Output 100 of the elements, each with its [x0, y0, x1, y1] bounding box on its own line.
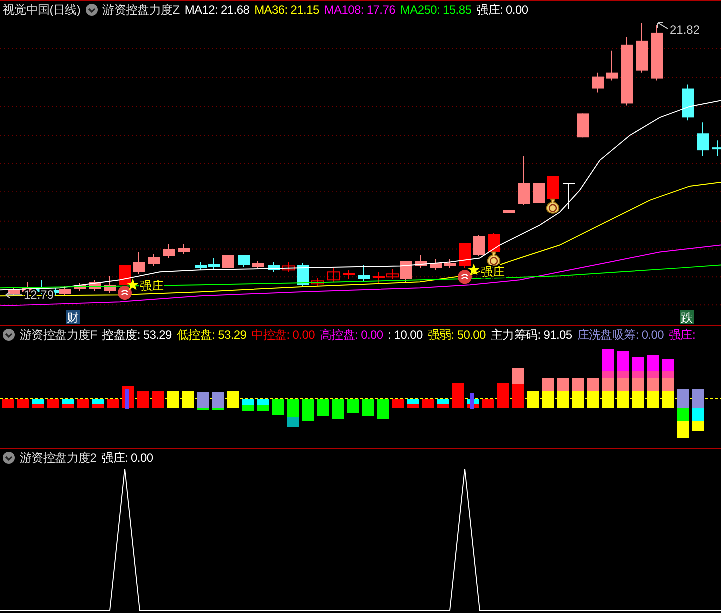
indicator-name: 游资控盘力度Z [102, 2, 180, 18]
stacked-bar [272, 399, 284, 415]
stacked-bar [452, 383, 464, 408]
indicator-reading: MA12: 21.68 [184, 3, 250, 17]
candlestick [459, 242, 471, 269]
indicator-reading: MA108: 17.76 [324, 3, 396, 17]
stacked-bar [212, 392, 224, 410]
stacked-bar [512, 368, 524, 408]
stacked-bar [332, 399, 344, 419]
candlestick [712, 140, 721, 158]
indicator-reading: 高控盘: 0.00 [320, 326, 384, 344]
stacked-bar [692, 389, 704, 431]
candlestick [297, 262, 309, 287]
signal-label: 强庄 [481, 265, 506, 280]
stacked-bar [437, 399, 449, 408]
candlestick [195, 262, 207, 271]
stacked-bar [62, 399, 74, 408]
indicator-reading: MA36: 21.15 [254, 3, 320, 17]
stacked-bar [362, 399, 374, 416]
candlestick [238, 254, 250, 268]
stacked-bar [527, 391, 539, 408]
stacked-bar [647, 355, 659, 408]
stacked-bar [122, 386, 134, 409]
stacked-bar [287, 399, 299, 427]
candlestick [697, 122, 709, 158]
candlestick [268, 262, 280, 273]
candlestick [178, 244, 190, 255]
stacked-bar [497, 383, 509, 408]
chart-title: 视觉中国(日线) [3, 2, 81, 18]
indicator-reading: 中控盘: 0.00 [252, 326, 315, 344]
stacked-bar [107, 399, 119, 408]
indicator-reading: MA250: 15.85 [400, 3, 472, 17]
signal-marker: 跌 [681, 311, 694, 325]
candlestick [621, 36, 633, 106]
indicator-reading: 低控盘: 53.29 [176, 326, 247, 344]
stacked-bar [167, 391, 179, 408]
candlestick [533, 182, 545, 204]
indicator-name: 游资控盘力度F [20, 326, 98, 344]
indicator-reading: : 10.00 [388, 328, 423, 342]
arrow-icon [658, 22, 668, 30]
stacked-bar [77, 399, 89, 408]
candlestick [104, 276, 116, 294]
stacked-bar [227, 391, 239, 408]
stacked-bar [407, 399, 419, 408]
candlestick [148, 254, 160, 267]
money-bag-icon [546, 198, 560, 214]
indicator-reading: 庄洗盘吸筹: 0.00 [577, 326, 664, 344]
candlestick [343, 270, 355, 280]
stacked-bar [302, 399, 314, 421]
candlestick [636, 22, 648, 74]
candlestick [606, 50, 618, 82]
candlestick [208, 258, 220, 271]
star-icon [468, 264, 480, 276]
stacked-bar [602, 349, 614, 408]
indicator-reading: 强庄: 0.00 [102, 450, 154, 466]
candlestick [563, 182, 575, 210]
indicator-reading: 强弱: 50.00 [428, 326, 486, 344]
candlestick [592, 72, 604, 94]
chevron-down-icon[interactable] [3, 329, 15, 341]
indicator-reading: 主力筹码: 91.05 [490, 326, 572, 344]
candlestick [133, 252, 145, 275]
candlestick [473, 234, 485, 257]
candlestick [328, 268, 340, 283]
stacked-bar [632, 357, 644, 408]
candlestick [373, 272, 385, 285]
stacked-bar [152, 391, 164, 408]
stacked-bar [572, 378, 584, 408]
indicator-reading: 强庄: [669, 326, 696, 344]
candlestick [312, 278, 324, 287]
candlestick [651, 24, 663, 82]
candlestick [577, 113, 589, 138]
stacked-bar [257, 399, 269, 411]
candlestick [444, 258, 456, 269]
stacked-bar [587, 378, 599, 408]
stacked-bar [242, 399, 254, 411]
chevron-down-icon[interactable] [86, 4, 98, 16]
candlestick [415, 254, 427, 269]
stacked-bar [422, 399, 434, 408]
arrow-icon [6, 292, 22, 299]
candlestick [682, 84, 694, 122]
stacked-bar [182, 391, 194, 408]
candlestick [8, 286, 20, 297]
stacked-bar [47, 399, 59, 408]
chevron-down-icon[interactable] [3, 452, 15, 464]
high-price-label: 21.82 [670, 22, 700, 37]
candlestick [503, 210, 515, 214]
candlestick [282, 262, 296, 273]
stacked-bar [17, 399, 29, 408]
stacked-bar [137, 391, 149, 408]
candlestick [252, 260, 264, 269]
candlestick [74, 282, 86, 292]
stacked-bar [557, 378, 569, 408]
candlestick [119, 264, 131, 286]
signal-marker: 财 [67, 311, 80, 325]
stacked-bar [197, 392, 209, 410]
candlestick [547, 176, 559, 200]
stacked-bar [32, 399, 44, 408]
stacked-bar [662, 359, 674, 408]
stacked-bar [677, 389, 689, 438]
indicator-name: 游资控盘力度2 [20, 450, 97, 466]
